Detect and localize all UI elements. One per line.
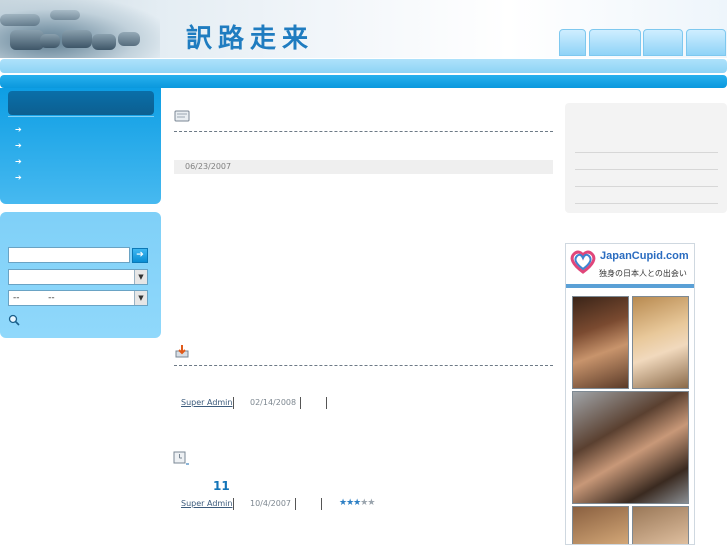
photo-3 bbox=[572, 391, 689, 504]
divider bbox=[326, 397, 327, 409]
arrow-right-icon: ➔ bbox=[15, 125, 22, 134]
photo-2 bbox=[632, 296, 689, 389]
heart-icon bbox=[570, 250, 596, 274]
chevron-down-icon[interactable]: ▼ bbox=[134, 291, 147, 305]
post-author[interactable]: Super Admin bbox=[181, 398, 232, 407]
sidebar-right-box bbox=[565, 103, 727, 213]
sidebar-menu-item-2[interactable]: ➔ bbox=[15, 140, 135, 152]
note-icon bbox=[174, 110, 190, 122]
calendar-icon bbox=[173, 451, 189, 465]
sidebar-menu-item-3[interactable]: ➔ bbox=[15, 156, 135, 168]
divider bbox=[300, 397, 301, 409]
photo-5 bbox=[632, 506, 689, 544]
arrow-right-icon: ➔ bbox=[136, 250, 144, 260]
date-select-value: -- -- bbox=[13, 293, 55, 303]
ad-tagline: 独身の日本人との出会い bbox=[599, 269, 687, 278]
page: 訳路走来 ➔ ➔ ➔ ➔ ➔ ▼ -- -- ▼ 06/23/2007 Supe… bbox=[0, 0, 727, 545]
sidebar-menu-item-4[interactable]: ➔ bbox=[15, 172, 135, 184]
divider bbox=[233, 498, 234, 510]
search-input[interactable] bbox=[8, 247, 130, 263]
search-go-button[interactable]: ➔ bbox=[132, 248, 148, 263]
header-bar-dark bbox=[0, 75, 727, 88]
post-date: 02/14/2008 bbox=[250, 398, 297, 407]
divider bbox=[8, 116, 154, 117]
category-select[interactable]: ▼ bbox=[8, 269, 148, 285]
arrow-right-icon: ➔ bbox=[15, 141, 22, 150]
chevron-down-icon[interactable]: ▼ bbox=[134, 270, 147, 284]
divider bbox=[575, 169, 718, 170]
japancupid-ad-banner[interactable]: JapanCupid.com 独身の日本人との出会い bbox=[565, 243, 695, 545]
arrow-right-icon: ➔ bbox=[15, 173, 22, 182]
post-author[interactable]: Super Admin bbox=[181, 499, 232, 508]
divider bbox=[575, 203, 718, 204]
nav-tab-1[interactable] bbox=[559, 29, 586, 56]
header-bar-light bbox=[0, 59, 727, 73]
arrow-right-icon: ➔ bbox=[15, 157, 22, 166]
divider bbox=[575, 152, 718, 153]
post-author-link[interactable]: Super Admin bbox=[181, 397, 232, 409]
rating-stars: ★★★★★ bbox=[339, 498, 375, 508]
post-author-link[interactable]: Super Admin bbox=[181, 498, 232, 510]
photo-4 bbox=[572, 506, 629, 544]
divider bbox=[295, 498, 296, 510]
post-date: 10/4/2007 bbox=[250, 499, 292, 508]
star-icon[interactable]: ★ bbox=[367, 498, 375, 508]
divider bbox=[174, 365, 553, 366]
search-icon[interactable] bbox=[8, 314, 20, 326]
ad-brand: JapanCupid.com bbox=[600, 250, 689, 262]
divider bbox=[575, 186, 718, 187]
site-header: 訳路走来 bbox=[0, 0, 727, 58]
date-select[interactable]: -- -- ▼ bbox=[8, 290, 148, 306]
download-icon bbox=[175, 345, 189, 358]
sidebar-menu-title bbox=[8, 91, 154, 115]
divider bbox=[321, 498, 322, 510]
sidebar-menu-item-1[interactable]: ➔ bbox=[15, 124, 135, 136]
nav-tab-2[interactable] bbox=[589, 29, 641, 56]
photo-1 bbox=[572, 296, 629, 389]
ad-header: JapanCupid.com 独身の日本人との出会い bbox=[566, 244, 694, 288]
post-count: 11 bbox=[213, 479, 230, 493]
divider bbox=[233, 397, 234, 409]
divider bbox=[174, 131, 553, 132]
header-snow-image bbox=[0, 0, 160, 58]
nav-tab-3[interactable] bbox=[643, 29, 683, 56]
nav-tab-4[interactable] bbox=[686, 29, 726, 56]
post-date: 06/23/2007 bbox=[174, 160, 553, 174]
site-title: 訳路走来 bbox=[186, 24, 315, 54]
